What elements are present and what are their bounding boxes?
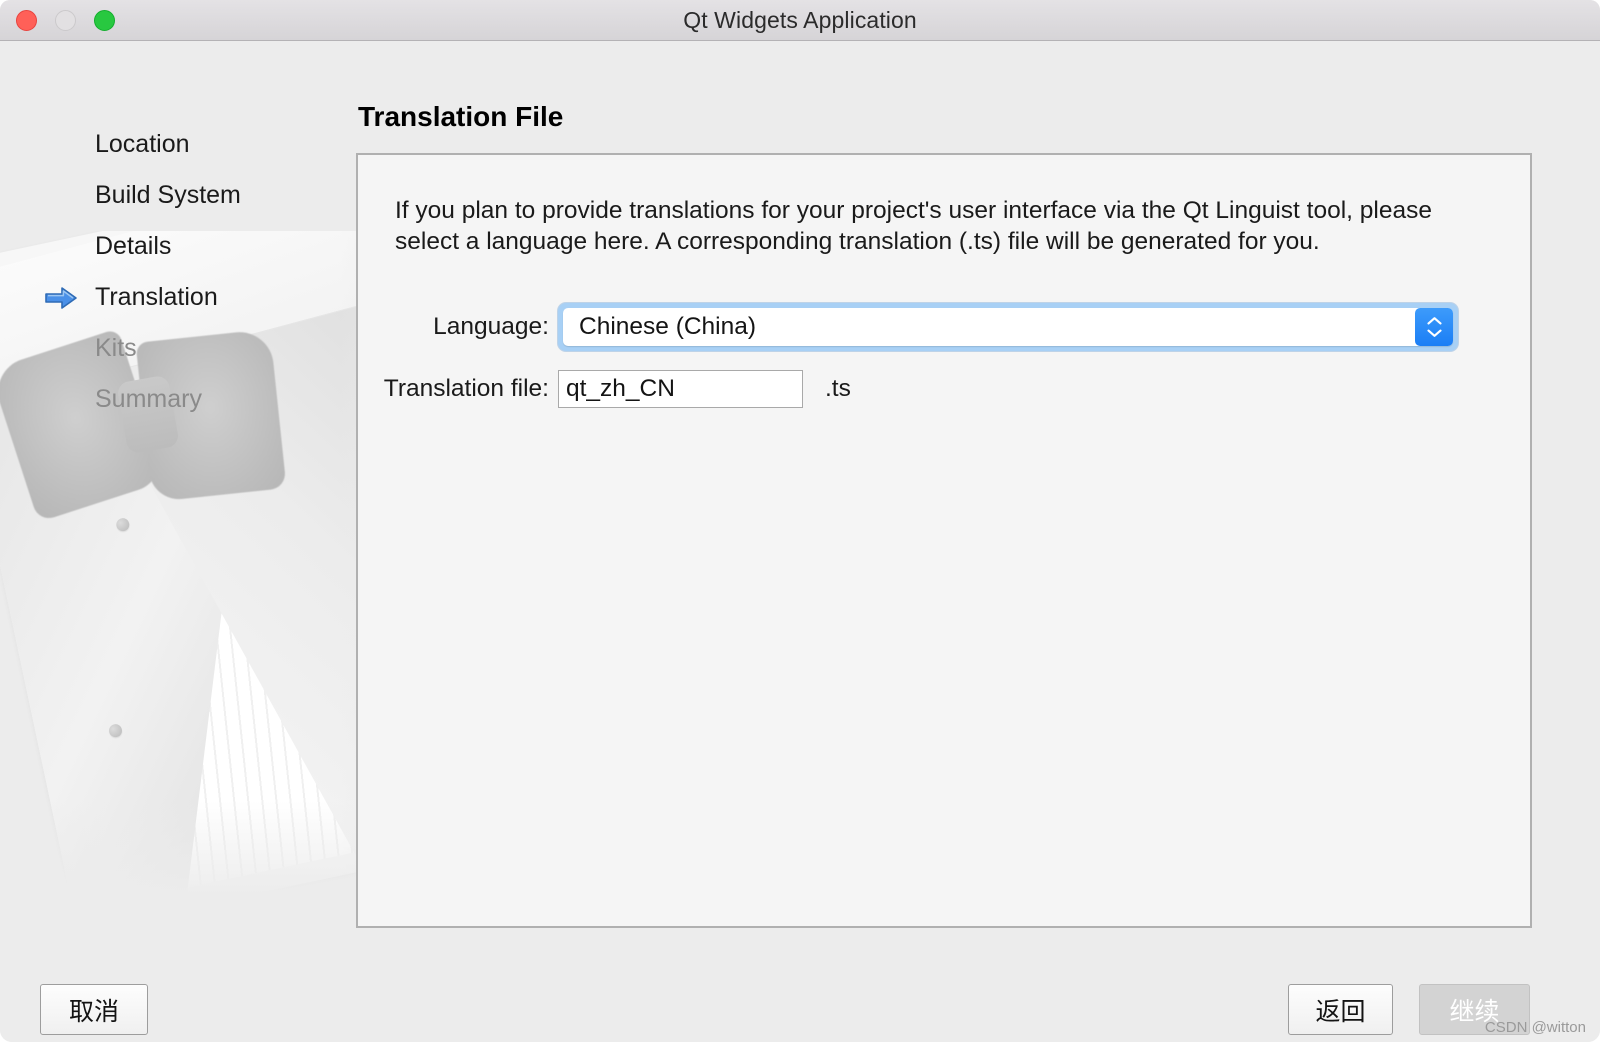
back-button[interactable]: 返回 <box>1288 984 1393 1035</box>
sidebar-item-label: Kits <box>95 334 137 363</box>
language-label: Language: <box>358 313 558 341</box>
language-combobox[interactable]: Chinese (China) <box>563 308 1453 346</box>
page-title: Translation File <box>358 101 563 133</box>
language-selected-value: Chinese (China) <box>563 313 756 341</box>
up-down-chevron-icon[interactable] <box>1415 308 1453 346</box>
app-window: Qt Widgets Application <box>0 0 1600 1042</box>
translation-file-input[interactable]: qt_zh_CN <box>558 370 803 408</box>
sidebar-item-label: Details <box>95 232 171 261</box>
sidebar-item-location[interactable]: Location <box>0 119 330 170</box>
translation-file-extension: .ts <box>825 375 851 403</box>
sidebar-item-translation[interactable]: Translation <box>0 272 330 323</box>
cancel-button[interactable]: 取消 <box>40 984 148 1035</box>
sidebar-item-label: Summary <box>95 385 202 414</box>
wizard-step-list: Location Build System Details Translatio… <box>0 119 330 425</box>
minimize-window-button[interactable] <box>55 10 76 31</box>
window-body: Location Build System Details Translatio… <box>0 41 1600 1042</box>
translation-file-value: qt_zh_CN <box>566 375 675 403</box>
language-combobox-focus-ring: Chinese (China) <box>558 303 1458 351</box>
sidebar-item-label: Build System <box>95 181 241 210</box>
maximize-window-button[interactable] <box>94 10 115 31</box>
page-description: If you plan to provide translations for … <box>395 195 1475 257</box>
shirt-stud <box>115 517 130 532</box>
sidebar-item-summary: Summary <box>0 374 330 425</box>
cancel-button-label: 取消 <box>69 992 119 1028</box>
translation-file-label: Translation file: <box>358 375 558 403</box>
chevron-up-icon <box>1427 317 1442 325</box>
sidebar-item-label: Translation <box>95 283 218 312</box>
language-row: Language: Chinese (China) <box>358 303 1530 351</box>
title-bar: Qt Widgets Application <box>0 0 1600 41</box>
translation-file-row: Translation file: qt_zh_CN .ts <box>358 370 1530 408</box>
window-title: Qt Widgets Application <box>683 7 917 34</box>
close-window-button[interactable] <box>16 10 37 31</box>
sidebar-item-build-system[interactable]: Build System <box>0 170 330 221</box>
sidebar-item-label: Location <box>95 130 190 159</box>
traffic-light-controls <box>16 0 115 40</box>
watermark-text: CSDN @witton <box>1485 1019 1586 1036</box>
jacket-lapel-left <box>0 358 253 911</box>
shirt-stud <box>108 723 123 738</box>
arrow-right-icon <box>44 285 78 311</box>
sidebar-item-details[interactable]: Details <box>0 221 330 272</box>
chevron-down-icon <box>1427 329 1442 337</box>
sidebar-item-kits: Kits <box>0 323 330 374</box>
content-panel: If you plan to provide translations for … <box>356 153 1532 928</box>
back-button-label: 返回 <box>1315 992 1365 1028</box>
